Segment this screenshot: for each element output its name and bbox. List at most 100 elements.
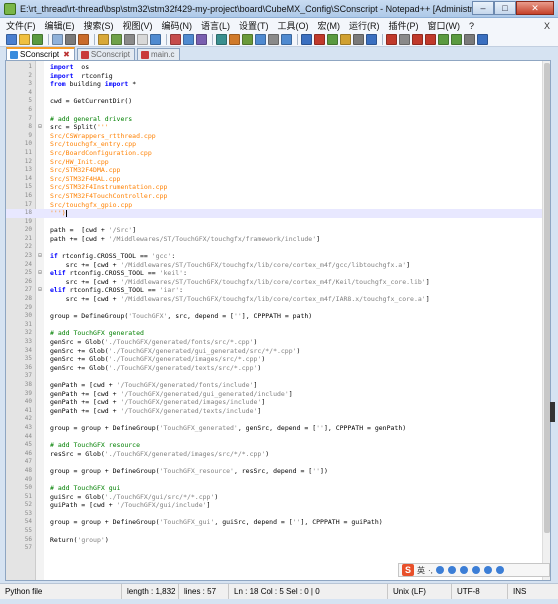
toolbar-button-icon[interactable] xyxy=(137,34,148,45)
code-line[interactable]: 3 from building import * xyxy=(6,80,550,89)
toolbar-button-icon[interactable] xyxy=(242,34,253,45)
toolbar-button-icon[interactable] xyxy=(464,34,475,45)
minimize-button[interactable]: – xyxy=(472,0,494,15)
code-line[interactable]: 40 genPath += [cwd + '/TouchGFX/generated… xyxy=(6,398,550,407)
code-line[interactable]: 12 Src/HW_Init.cpp xyxy=(6,158,550,167)
toolbar-button-icon[interactable] xyxy=(255,34,266,45)
ime-keyboard-icon[interactable] xyxy=(459,566,468,574)
menu-settings[interactable]: 设置(T) xyxy=(239,19,269,32)
code-line[interactable]: 27 ⊟ elif rtconfig.CROSS_TOOL == 'iar': xyxy=(6,286,550,295)
toolbar-button-icon[interactable] xyxy=(170,34,181,45)
menu-help[interactable]: ? xyxy=(469,21,474,31)
toolbar-button-icon[interactable] xyxy=(301,34,312,45)
code-line[interactable]: 53 xyxy=(6,510,550,519)
ime-skin-icon[interactable] xyxy=(471,566,480,574)
code-line[interactable]: 24 src += [cwd + '/Middlewares/ST/TouchG… xyxy=(6,261,550,270)
code-line[interactable]: 22 xyxy=(6,243,550,252)
toolbar-button-icon[interactable] xyxy=(52,34,63,45)
code-line[interactable]: 15 Src/STM32F4Instrumentation.cpp xyxy=(6,183,550,192)
code-line[interactable]: 4 xyxy=(6,89,550,98)
toolbar-button-icon[interactable] xyxy=(6,34,17,45)
code-line[interactable]: 33 genSrc = Glob('./TouchGFX/generated/fo… xyxy=(6,338,550,347)
code-line[interactable]: 13 Src/STM32F4DMA.cpp xyxy=(6,166,550,175)
code-line[interactable]: 34 genSrc += Glob('./TouchGFX/generated/g… xyxy=(6,347,550,356)
toolbar-button-icon[interactable] xyxy=(314,34,325,45)
toolbar-button-icon[interactable] xyxy=(32,34,43,45)
menu-tools[interactable]: 工具(O) xyxy=(278,19,309,32)
toolbar-button-icon[interactable] xyxy=(451,34,462,45)
close-button[interactable]: ✕ xyxy=(516,0,554,15)
menu-view[interactable]: 视图(V) xyxy=(123,19,153,32)
code-line[interactable]: 18 ''') xyxy=(6,209,550,218)
code-line[interactable]: 51 guiSrc = Glob('./TouchGFX/gui/src/*/*.… xyxy=(6,493,550,502)
code-line[interactable]: 35 genSrc += Glob('./TouchGFX/generated/i… xyxy=(6,355,550,364)
menu-run[interactable]: 运行(R) xyxy=(349,19,380,32)
tab-close-icon[interactable]: ✖ xyxy=(63,50,70,59)
toolbar-button-icon[interactable] xyxy=(438,34,449,45)
fold-marker[interactable]: ⊟ xyxy=(37,252,43,261)
code-line[interactable]: 54 group = group + DefineGroup('TouchGFX_… xyxy=(6,518,550,527)
toolbar-button-icon[interactable] xyxy=(366,34,377,45)
tab-sconscript-active[interactable]: SConscript ✖ xyxy=(6,47,75,60)
code-line[interactable]: 26 src += [cwd + '/Middlewares/ST/TouchG… xyxy=(6,278,550,287)
code-line[interactable]: 52 guiPath = [cwd + '/TouchGFX/gui/includ… xyxy=(6,501,550,510)
code-line[interactable]: 14 Src/STM32F4HAL.cpp xyxy=(6,175,550,184)
code-line[interactable]: 16 Src/STM32F4TouchController.cpp xyxy=(6,192,550,201)
code-line[interactable]: 20 path = [cwd + '/Src'] xyxy=(6,226,550,235)
code-line[interactable]: 21 path += [cwd + '/Middlewares/ST/TouchG… xyxy=(6,235,550,244)
toolbar-button-icon[interactable] xyxy=(229,34,240,45)
code-line[interactable]: 55 xyxy=(6,527,550,536)
code-line[interactable]: 9 Src/CSWrappers_rtthread.cpp xyxy=(6,132,550,141)
code-line[interactable]: 29 xyxy=(6,304,550,313)
menu-plugins[interactable]: 插件(P) xyxy=(389,19,419,32)
toolbar-button-icon[interactable] xyxy=(281,34,292,45)
code-line[interactable]: 2 import rtconfig xyxy=(6,72,550,81)
status-encoding[interactable]: UTF-8 xyxy=(452,584,508,599)
code-line[interactable]: 37 xyxy=(6,372,550,381)
toolbar-button-icon[interactable] xyxy=(124,34,135,45)
code-line[interactable]: 42 xyxy=(6,415,550,424)
ime-settings-icon[interactable] xyxy=(495,566,504,574)
code-editor[interactable]: 1 import os 2 import rtconfig 3 from building… xyxy=(5,60,551,581)
tab-main-c[interactable]: main.c xyxy=(136,48,180,60)
menu-file[interactable]: 文件(F) xyxy=(6,19,36,32)
code-line[interactable]: 28 src += [cwd + '/Middlewares/ST/TouchG… xyxy=(6,295,550,304)
code-line[interactable]: 30 group = DefineGroup('TouchGFX', src, d… xyxy=(6,312,550,321)
menu-language[interactable]: 语言(L) xyxy=(201,19,230,32)
toolbar-button-icon[interactable] xyxy=(216,34,227,45)
code-line[interactable]: 45 # add TouchGFX resource xyxy=(6,441,550,450)
code-line[interactable]: 49 xyxy=(6,476,550,485)
code-line[interactable]: 25 ⊟ elif rtconfig.CROSS_TOOL == 'keil': xyxy=(6,269,550,278)
code-line[interactable]: 10 Src/touchgfx_entry.cpp xyxy=(6,140,550,149)
maximize-button[interactable]: □ xyxy=(494,0,516,15)
code-line[interactable]: 50 # add TouchGFX gui xyxy=(6,484,550,493)
code-line[interactable]: 5 cwd = GetCurrentDir() xyxy=(6,97,550,106)
menu-search[interactable]: 搜索(S) xyxy=(84,19,114,32)
code-line[interactable]: 39 genPath += [cwd + '/TouchGFX/generated… xyxy=(6,390,550,399)
code-line[interactable]: 6 xyxy=(6,106,550,115)
code-line[interactable]: 11 Src/BoardConfiguration.cpp xyxy=(6,149,550,158)
code-line[interactable]: 44 xyxy=(6,433,550,442)
tab-sconscript[interactable]: SConscript xyxy=(76,48,135,60)
toolbar-button-icon[interactable] xyxy=(327,34,338,45)
ime-voice-icon[interactable] xyxy=(447,566,456,574)
status-insert-mode[interactable]: INS xyxy=(508,584,556,599)
sogou-ime-icon[interactable]: S xyxy=(402,564,414,576)
menu-edit[interactable]: 编辑(E) xyxy=(45,19,75,32)
vertical-scrollbar[interactable] xyxy=(542,61,550,580)
status-eol[interactable]: Unix (LF) xyxy=(388,584,452,599)
code-line[interactable]: 57 xyxy=(6,544,550,553)
ime-punctuation-toggle[interactable]: ·, xyxy=(428,566,433,575)
code-line[interactable]: 43 group = group + DefineGroup('TouchGFX_… xyxy=(6,424,550,433)
toolbar-button-icon[interactable] xyxy=(340,34,351,45)
code-line[interactable]: 56 Return('group') xyxy=(6,536,550,545)
code-line[interactable]: 47 xyxy=(6,458,550,467)
scrollbar-thumb[interactable] xyxy=(544,63,550,533)
code-line[interactable]: 17 Src/touchgfx_gpio.cpp xyxy=(6,201,550,210)
toolbar-button-icon[interactable] xyxy=(19,34,30,45)
ime-toolbox-icon[interactable] xyxy=(483,566,492,574)
code-line[interactable]: 38 genPath = [cwd + '/TouchGFX/generated/… xyxy=(6,381,550,390)
code-line[interactable]: 46 resSrc = Glob('./TouchGFX/generated/im… xyxy=(6,450,550,459)
close-document-button[interactable]: X xyxy=(544,21,550,31)
menu-macro[interactable]: 宏(M) xyxy=(318,19,341,32)
